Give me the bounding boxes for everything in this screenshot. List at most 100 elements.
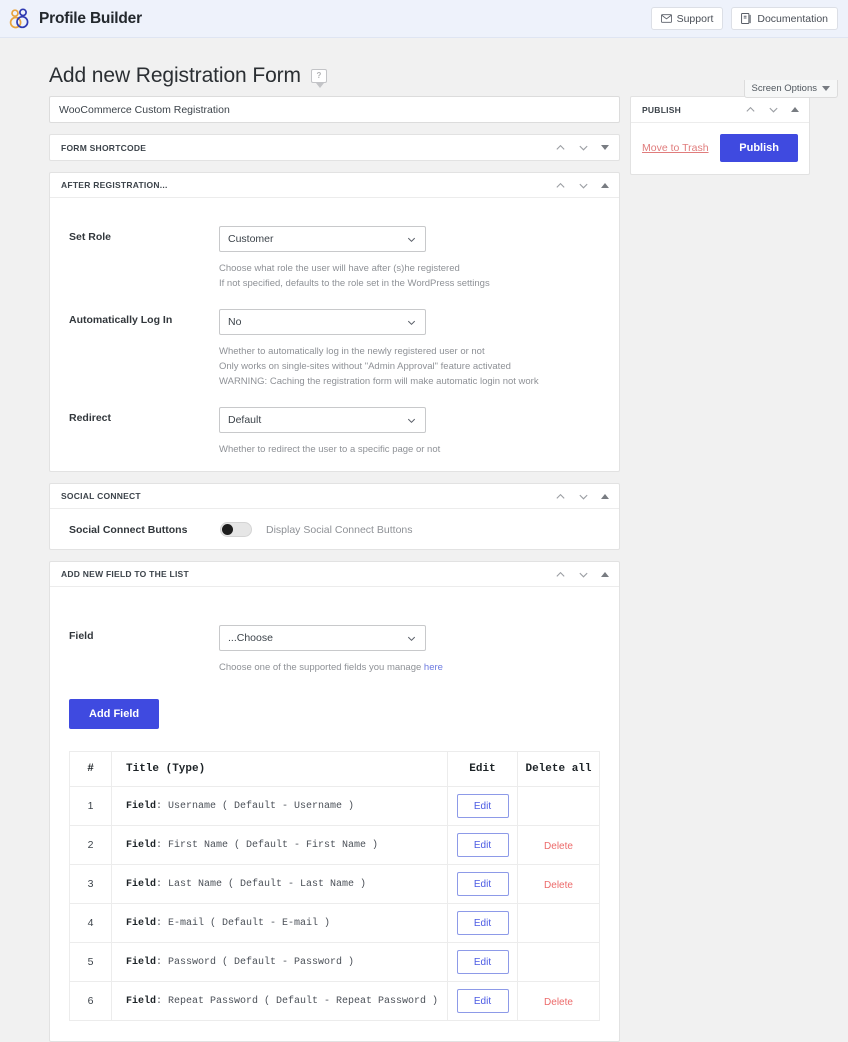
table-row: 4 Field: E-mail ( Default - E-mail ) Edit — [69, 903, 600, 943]
panel-toggle-icon[interactable] — [601, 145, 609, 150]
panel-toggle-icon[interactable] — [601, 493, 609, 499]
row-delete-cell: Delete — [517, 825, 600, 865]
move-down-icon[interactable] — [768, 104, 779, 115]
help-tooltip-glyph: ? — [310, 68, 327, 83]
row-edit-cell: Edit — [447, 981, 518, 1021]
publish-box-controls — [745, 104, 801, 115]
panel-toggle-icon[interactable] — [601, 571, 609, 577]
move-up-icon[interactable] — [745, 104, 756, 115]
row-field-prefix: Field — [126, 839, 157, 851]
side-column: PUBLISH Move to Trash Publish — [630, 96, 810, 175]
auto-login-value: No — [228, 316, 242, 328]
delete-link[interactable]: Delete — [544, 880, 573, 891]
move-to-trash-link[interactable]: Move to Trash — [642, 142, 709, 154]
panel-add-new-field: ADD NEW FIELD TO THE LIST Field ...Choos… — [49, 561, 620, 1042]
table-row: 3 Field: Last Name ( Default - Last Name … — [69, 864, 600, 904]
panel-toggle-icon[interactable] — [791, 107, 799, 112]
setting-auto-login: Automatically Log In No Whether to autom… — [50, 291, 619, 389]
table-row: 6 Field: Repeat Password ( Default - Repe… — [69, 981, 600, 1021]
table-row: 1 Field: Username ( Default - Username ) E… — [69, 786, 600, 826]
delete-link[interactable]: Delete — [544, 841, 573, 852]
fields-table-wrap: # Title (Type) Edit Delete all 1 Field: U… — [50, 729, 619, 1021]
support-label: Support — [676, 12, 714, 25]
publish-button[interactable]: Publish — [720, 134, 798, 162]
setting-redirect: Redirect Default Whether to redirect the… — [50, 389, 619, 457]
redirect-value: Default — [228, 414, 262, 426]
row-edit-cell: Edit — [447, 825, 518, 865]
edit-button[interactable]: Edit — [456, 989, 509, 1013]
col-header-title: Title (Type) — [111, 751, 448, 787]
publish-box-header[interactable]: PUBLISH — [631, 97, 809, 123]
edit-button[interactable]: Edit — [456, 950, 509, 974]
field-select[interactable]: ...Choose — [219, 625, 426, 651]
panel-after-registration-header[interactable]: AFTER REGISTRATION... — [50, 173, 619, 198]
toggle-knob — [222, 524, 233, 535]
setting-set-role-label: Set Role — [69, 231, 112, 243]
social-connect-toggle[interactable] — [220, 522, 252, 537]
support-button[interactable]: Support — [650, 7, 724, 30]
setting-set-role-control: Customer Choose what role the user will … — [219, 226, 619, 291]
panel-form-shortcode-controls — [555, 142, 611, 153]
move-up-icon[interactable] — [555, 569, 566, 580]
setting-field-control: ...Choose Choose one of the supported fi… — [219, 625, 619, 675]
panel-toggle-icon[interactable] — [601, 182, 609, 188]
row-field-prefix: Field — [126, 995, 157, 1007]
page-wrapper: Screen Options Add new Registration Form… — [0, 38, 848, 1042]
redirect-help: Whether to redirect the user to a specif… — [219, 442, 619, 457]
move-up-icon[interactable] — [555, 180, 566, 191]
form-title-input[interactable]: WooCommerce Custom Registration — [49, 96, 620, 123]
add-field-wrap: Add Field — [50, 675, 619, 729]
row-delete-cell — [517, 942, 600, 982]
panel-after-registration-title: AFTER REGISTRATION... — [61, 180, 168, 190]
documentation-label: Documentation — [757, 12, 828, 25]
screen-options-toggle[interactable]: Screen Options — [743, 80, 838, 98]
move-up-icon[interactable] — [555, 491, 566, 502]
edit-button[interactable]: Edit — [456, 794, 509, 818]
publish-box-title: PUBLISH — [642, 104, 682, 115]
set-role-value: Customer — [228, 233, 274, 245]
auto-login-select[interactable]: No — [219, 309, 426, 335]
publish-box-body: Move to Trash Publish — [631, 123, 809, 174]
documentation-button[interactable]: Documentation — [731, 7, 838, 30]
auto-login-help-line-3: WARNING: Caching the registration form w… — [219, 376, 539, 387]
profile-builder-logo-icon — [8, 7, 32, 31]
fields-table-head: # Title (Type) Edit Delete all — [69, 751, 600, 787]
panel-social-connect-controls — [555, 491, 611, 502]
redirect-help-line-1: Whether to redirect the user to a specif… — [219, 444, 441, 455]
row-title: Field: Password ( Default - Password ) — [111, 942, 448, 982]
help-tooltip-tail — [315, 82, 324, 88]
set-role-help: Choose what role the user will have afte… — [219, 261, 619, 291]
help-tooltip-icon[interactable]: ? — [310, 68, 329, 88]
move-down-icon[interactable] — [578, 142, 589, 153]
move-down-icon[interactable] — [578, 491, 589, 502]
panel-after-registration: AFTER REGISTRATION... Set Role Customer — [49, 172, 620, 472]
add-field-button[interactable]: Add Field — [69, 699, 160, 729]
set-role-select[interactable]: Customer — [219, 226, 426, 252]
panel-form-shortcode-header[interactable]: FORM SHORTCODE — [50, 135, 619, 160]
row-edit-cell: Edit — [447, 786, 518, 826]
row-title: Field: Username ( Default - Username ) — [111, 786, 448, 826]
edit-button[interactable]: Edit — [456, 833, 509, 857]
auto-login-help: Whether to automatically log in the newl… — [219, 344, 619, 389]
row-title: Field: Last Name ( Default - Last Name ) — [111, 864, 448, 904]
edit-button[interactable]: Edit — [456, 911, 509, 935]
move-down-icon[interactable] — [578, 569, 589, 580]
panel-add-new-field-title: ADD NEW FIELD TO THE LIST — [61, 569, 189, 579]
row-delete-cell — [517, 903, 600, 943]
move-up-icon[interactable] — [555, 142, 566, 153]
col-header-num: # — [69, 751, 112, 787]
panel-add-new-field-header[interactable]: ADD NEW FIELD TO THE LIST — [50, 562, 619, 587]
redirect-select[interactable]: Default — [219, 407, 426, 433]
chevron-down-icon — [407, 636, 416, 641]
panel-social-connect-header[interactable]: SOCIAL CONNECT — [50, 484, 619, 509]
delete-all-link[interactable]: Delete all — [517, 751, 600, 787]
edit-button[interactable]: Edit — [456, 872, 509, 896]
move-down-icon[interactable] — [578, 180, 589, 191]
fields-table-body: 1 Field: Username ( Default - Username ) E… — [69, 786, 600, 1021]
row-field-prefix: Field — [126, 917, 157, 929]
row-title: Field: E-mail ( Default - E-mail ) — [111, 903, 448, 943]
delete-link[interactable]: Delete — [544, 997, 573, 1008]
field-manage-link[interactable]: here — [424, 662, 443, 673]
row-number: 4 — [69, 903, 112, 943]
setting-redirect-label: Redirect — [69, 412, 112, 424]
